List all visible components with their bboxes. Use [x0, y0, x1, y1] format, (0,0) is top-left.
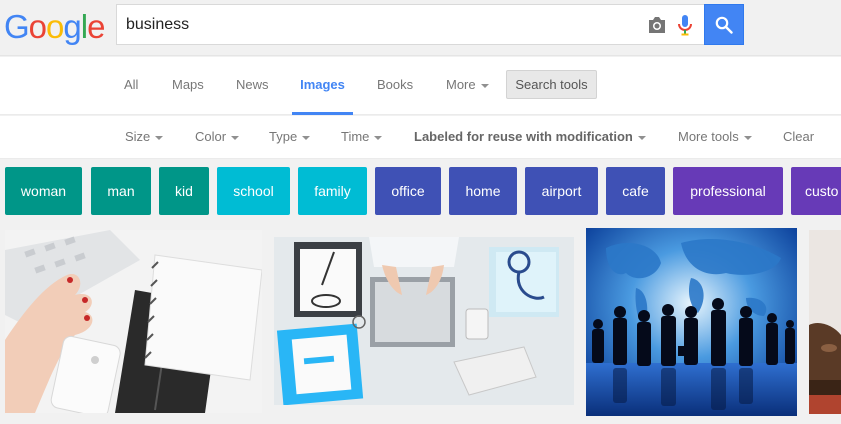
search-box	[116, 4, 704, 45]
filter-label: Type	[269, 129, 298, 144]
filter-color[interactable]: Color	[195, 116, 240, 159]
tab-label: News	[236, 77, 269, 92]
filter-label: Labeled for reuse with modification	[414, 129, 633, 144]
chip-label: office	[391, 183, 425, 199]
related-chips: woman man kid school family office home …	[0, 167, 841, 216]
chip-label: woman	[20, 183, 67, 199]
tab-all[interactable]: All	[124, 57, 138, 115]
chip-kid[interactable]: kid	[159, 167, 209, 215]
tab-maps[interactable]: Maps	[172, 57, 204, 115]
tab-label: Maps	[172, 77, 204, 92]
filter-label: Size	[125, 129, 151, 144]
filter-clear[interactable]: Clear	[783, 116, 814, 159]
filter-usage-rights[interactable]: Labeled for reuse with modification	[414, 116, 646, 159]
caret-down-icon	[302, 135, 311, 140]
image-result[interactable]	[274, 237, 574, 405]
chip-home[interactable]: home	[449, 167, 517, 215]
chip-office[interactable]: office	[375, 167, 441, 215]
caret-down-icon	[480, 83, 489, 88]
filter-size[interactable]: Size	[125, 116, 164, 159]
chip-label: kid	[175, 183, 193, 199]
chip-label: custo	[805, 183, 839, 199]
tab-label: Books	[377, 77, 414, 92]
chip-label: cafe	[622, 183, 649, 199]
top-bar: Google	[0, 0, 841, 56]
chip-label: man	[107, 183, 135, 199]
image-thumbnail	[274, 237, 574, 405]
search-nav: All Maps News Images Books More Search t…	[0, 57, 841, 115]
tab-books[interactable]: Books	[377, 57, 413, 115]
chip-family[interactable]: family	[298, 167, 367, 215]
logo-letter: o	[28, 8, 47, 45]
chip-label: family	[314, 183, 351, 199]
caret-down-icon	[743, 135, 752, 140]
google-logo[interactable]: Google	[4, 8, 105, 45]
logo-letter: G	[4, 8, 30, 45]
search-button[interactable]	[704, 4, 744, 45]
camera-icon[interactable]	[647, 16, 667, 34]
chip-label: professional	[690, 183, 766, 199]
image-results	[0, 228, 841, 424]
caret-down-icon	[637, 135, 646, 140]
image-result[interactable]	[5, 230, 262, 413]
logo-letter: g	[63, 8, 81, 45]
image-result[interactable]	[809, 230, 841, 414]
search-tools-button[interactable]: Search tools	[506, 70, 597, 99]
chip-professional[interactable]: professional	[673, 167, 783, 215]
search-icon	[715, 16, 733, 34]
tab-images[interactable]: Images	[292, 57, 353, 115]
chip-cafe[interactable]: cafe	[606, 167, 665, 215]
chip-label: airport	[541, 183, 582, 199]
caret-down-icon	[374, 135, 383, 140]
filter-more-tools[interactable]: More tools	[678, 116, 752, 159]
tab-news[interactable]: News	[236, 57, 269, 115]
chip-airport[interactable]: airport	[525, 167, 598, 215]
image-thumbnail	[5, 230, 262, 413]
filter-label: More tools	[678, 129, 739, 144]
tab-label: Images	[300, 77, 345, 92]
filter-time[interactable]: Time	[341, 116, 383, 159]
tab-more[interactable]: More	[446, 57, 489, 115]
chip-label: school	[233, 183, 274, 199]
tab-label: All	[124, 77, 139, 92]
filter-type[interactable]: Type	[269, 116, 311, 159]
search-input[interactable]	[126, 5, 626, 44]
filter-label: Clear	[783, 129, 815, 144]
image-thumbnail	[809, 230, 841, 414]
chip-label: home	[465, 183, 501, 199]
image-result[interactable]	[586, 228, 797, 416]
caret-down-icon	[155, 135, 164, 140]
filter-label: Color	[195, 129, 227, 144]
logo-letter: o	[46, 8, 64, 45]
chip-custom[interactable]: custo	[791, 167, 841, 215]
tab-label: More	[446, 77, 476, 92]
chip-man[interactable]: man	[91, 167, 151, 215]
chip-woman[interactable]: woman	[5, 167, 82, 215]
filter-label: Time	[341, 129, 370, 144]
filter-bar: Size Color Type Time Labeled for reuse w…	[0, 116, 841, 159]
microphone-icon[interactable]	[677, 14, 693, 36]
logo-letter: e	[87, 8, 105, 45]
image-thumbnail	[586, 228, 797, 416]
caret-down-icon	[231, 135, 240, 140]
chip-school[interactable]: school	[217, 167, 290, 215]
